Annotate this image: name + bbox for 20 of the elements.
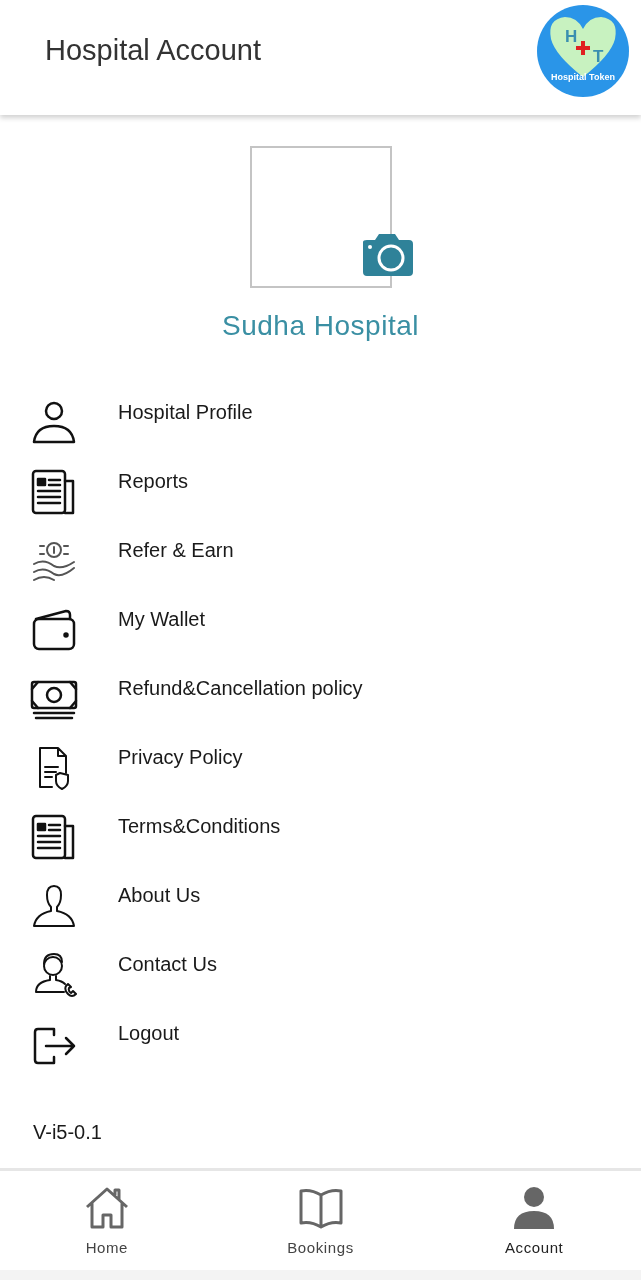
- menu-item[interactable]: Terms&Conditions: [118, 815, 281, 838]
- menu-item[interactable]: About Us: [118, 884, 201, 907]
- page-title: Hospital Account: [45, 34, 261, 67]
- menu-item[interactable]: Refer & Earn: [118, 539, 234, 562]
- menu-item[interactable]: Hospital Profile: [118, 401, 253, 424]
- menu-item[interactable]: Privacy Policy: [118, 746, 243, 769]
- app-logo: H T Hospital Token: [537, 4, 629, 97]
- version-text: V-i5-0.1: [33, 1121, 103, 1144]
- nav-tab[interactable]: Account: [427, 1171, 641, 1270]
- nav-tab[interactable]: Bookings: [213, 1171, 428, 1270]
- person-icon: [30, 400, 78, 446]
- nav-tab[interactable]: Home: [0, 1171, 214, 1270]
- hospital-name: Sudha Hospital: [222, 310, 419, 342]
- menu-item[interactable]: Contact Us: [118, 953, 217, 976]
- menu-item[interactable]: Logout: [118, 1022, 180, 1045]
- menu-item[interactable]: Reports: [118, 470, 189, 493]
- menu-item[interactable]: Refund&Cancellation policy: [118, 677, 363, 700]
- wallet-icon: [30, 607, 78, 653]
- user-icon: [30, 883, 78, 929]
- menu-item[interactable]: My Wallet: [118, 608, 206, 631]
